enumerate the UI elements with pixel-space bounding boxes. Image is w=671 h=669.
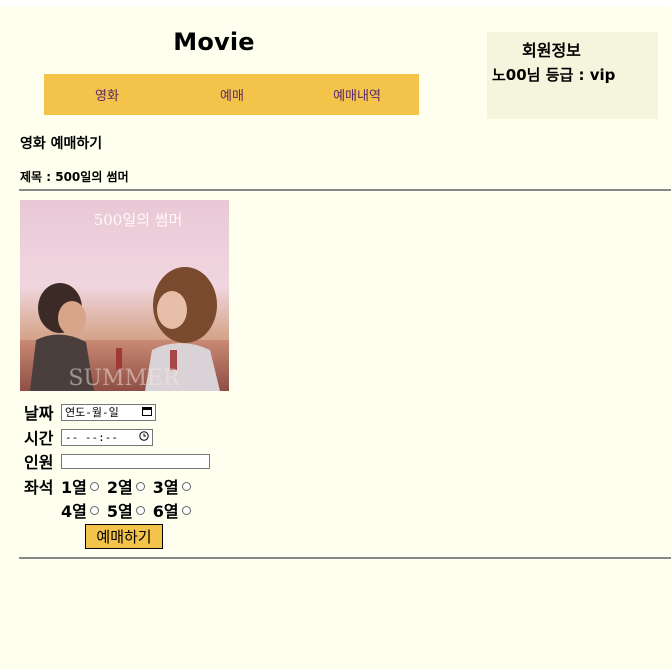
seat-radio-2[interactable]	[135, 481, 145, 491]
seat-option-label: 4열	[61, 502, 87, 521]
member-info-title: 회원정보	[522, 41, 581, 60]
seat-option-6: 6열	[153, 498, 191, 522]
date-row: 날짜 연도-월-일	[24, 402, 156, 423]
member-grade-text: 노00님 등급 : vip	[492, 66, 616, 84]
time-row: 시간 -- --:--	[24, 427, 153, 448]
site-title: Movie	[173, 28, 255, 56]
date-placeholder: 연도-월-일	[65, 406, 119, 419]
nav-item-booking[interactable]: 예매	[209, 85, 255, 104]
svg-text:500일의 썸머: 500일의 썸머	[94, 211, 183, 229]
seat-row-1: 좌석 1열 2열 3열	[24, 474, 199, 498]
people-label: 인원	[24, 453, 54, 472]
book-submit-button[interactable]: 예매하기	[85, 524, 163, 549]
clock-icon[interactable]	[139, 430, 149, 444]
seat-radio-6[interactable]	[181, 505, 191, 515]
main-nav: 영화 예매 예매내역	[44, 74, 419, 115]
seat-row-2: 4열 5열 6열	[61, 498, 199, 522]
nav-item-movie[interactable]: 영화	[84, 85, 130, 104]
svg-text:SUMMER: SUMMER	[68, 366, 181, 391]
seat-option-label: 6열	[152, 502, 179, 521]
seat-option-3: 3열	[153, 474, 191, 498]
top-band	[0, 0, 671, 6]
section-title: 영화 예매하기	[20, 136, 103, 152]
movie-title: 제목 : 500일의 썸머	[20, 170, 129, 184]
calendar-icon[interactable]	[142, 406, 152, 419]
date-input[interactable]: 연도-월-일	[61, 403, 156, 421]
top-divider	[19, 189, 671, 191]
seat-option-label: 1열	[61, 478, 87, 497]
seat-radio-3[interactable]	[181, 481, 191, 491]
seat-radio-5[interactable]	[135, 505, 145, 515]
time-placeholder: -- --:--	[65, 430, 118, 444]
nav-item-booking-history[interactable]: 예매내역	[324, 85, 390, 104]
seat-option-4: 4열	[61, 498, 99, 522]
people-row: 인원	[24, 451, 210, 472]
seat-option-5: 5열	[107, 498, 145, 522]
member-info-box: 회원정보 노00님 등급 : vip	[487, 32, 658, 119]
bottom-divider	[19, 557, 671, 559]
seat-option-1: 1열	[61, 474, 99, 498]
time-label: 시간	[24, 429, 54, 448]
seat-option-label: 2열	[106, 478, 133, 497]
seat-option-label: 5열	[106, 502, 133, 521]
seat-option-label: 3열	[152, 478, 179, 497]
people-input[interactable]	[61, 453, 210, 469]
time-input[interactable]: -- --:--	[61, 428, 153, 446]
seat-option-2: 2열	[107, 474, 145, 498]
seat-label: 좌석	[24, 478, 54, 497]
seat-radio-1[interactable]	[89, 481, 99, 491]
date-label: 날짜	[24, 404, 54, 423]
seat-radio-4[interactable]	[89, 505, 99, 515]
movie-poster: 500일의 썸머 SUMMER	[20, 200, 229, 391]
